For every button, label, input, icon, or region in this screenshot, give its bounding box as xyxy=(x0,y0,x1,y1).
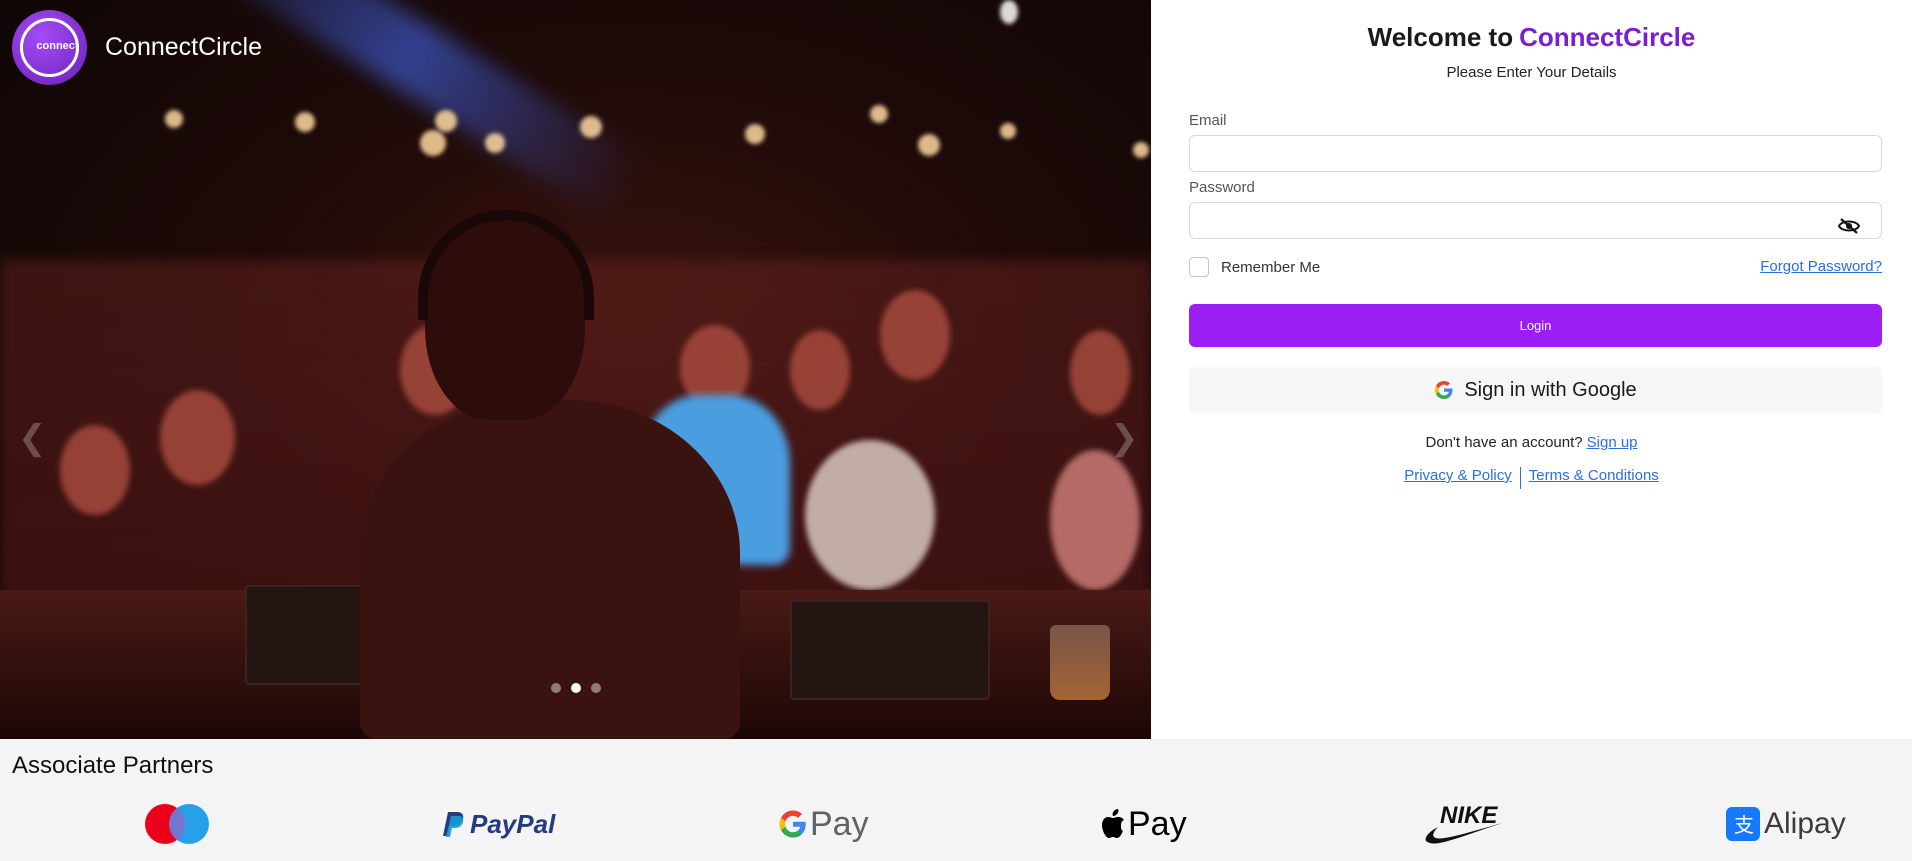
password-label: Password xyxy=(1189,179,1255,196)
terms-conditions-link[interactable]: Terms & Conditions xyxy=(1529,467,1659,489)
brand-logo: connect xyxy=(12,10,87,85)
google-pay-logo: Pay xyxy=(778,799,869,849)
email-field[interactable] xyxy=(1189,135,1882,172)
brand: connect ConnectCircle xyxy=(12,10,262,85)
password-visibility-toggle[interactable] xyxy=(1837,214,1861,238)
maestro-logo xyxy=(144,799,210,849)
link-divider xyxy=(1519,467,1521,489)
svg-text:支: 支 xyxy=(1734,813,1754,837)
eye-slash-icon xyxy=(1837,218,1861,234)
privacy-policy-link[interactable]: Privacy & Policy xyxy=(1404,467,1512,489)
apple-pay-logo: Pay xyxy=(1100,799,1187,849)
carousel-next-button[interactable]: ❯ xyxy=(1110,418,1139,458)
password-field[interactable] xyxy=(1189,202,1882,239)
alipay-logo: 支 Alipay xyxy=(1726,799,1846,849)
hero-carousel: connect ConnectCircle ❮ ❯ xyxy=(0,0,1151,739)
partners-title: Associate Partners xyxy=(12,752,214,779)
carousel-dot-1[interactable] xyxy=(551,683,561,693)
email-label: Email xyxy=(1189,112,1227,129)
welcome-brand: ConnectCircle xyxy=(1519,22,1696,52)
paypal-logo: PayPal xyxy=(442,799,555,849)
forgot-password-link[interactable]: Forgot Password? xyxy=(1760,258,1882,275)
partners-section: Associate Partners PayPal Pay Pay NIKE 支… xyxy=(0,739,1912,861)
brand-name: ConnectCircle xyxy=(105,33,263,61)
signup-link[interactable]: Sign up xyxy=(1587,434,1638,451)
nike-logo: NIKE xyxy=(1424,799,1506,849)
google-signin-label: Sign in with Google xyxy=(1464,378,1637,401)
signup-row: Don't have an account? Sign up xyxy=(1151,434,1912,451)
welcome-heading: Welcome to ConnectCircle xyxy=(1367,22,1696,52)
carousel-indicators xyxy=(551,683,601,693)
login-panel: Welcome to ConnectCircle Please Enter You… xyxy=(1151,0,1912,739)
chevron-right-icon: ❯ xyxy=(1110,418,1139,458)
google-signin-button[interactable]: Sign in with Google xyxy=(1189,367,1882,413)
subtitle: Please Enter Your Details xyxy=(1446,64,1617,81)
carousel-dot-2[interactable] xyxy=(571,683,581,693)
svg-text:NIKE: NIKE xyxy=(1440,802,1498,829)
remember-me-label: Remember Me xyxy=(1221,258,1321,276)
login-button[interactable]: Login xyxy=(1189,304,1882,347)
carousel-dot-3[interactable] xyxy=(591,683,601,693)
carousel-prev-button[interactable]: ❮ xyxy=(18,418,47,458)
remember-me-checkbox[interactable] xyxy=(1189,257,1209,277)
google-icon xyxy=(1435,381,1453,399)
signup-prompt: Don't have an account? xyxy=(1425,434,1583,451)
remember-me[interactable]: Remember Me xyxy=(1189,257,1320,277)
chevron-left-icon: ❮ xyxy=(18,418,47,458)
legal-links: Privacy & Policy Terms & Conditions xyxy=(1151,467,1912,489)
